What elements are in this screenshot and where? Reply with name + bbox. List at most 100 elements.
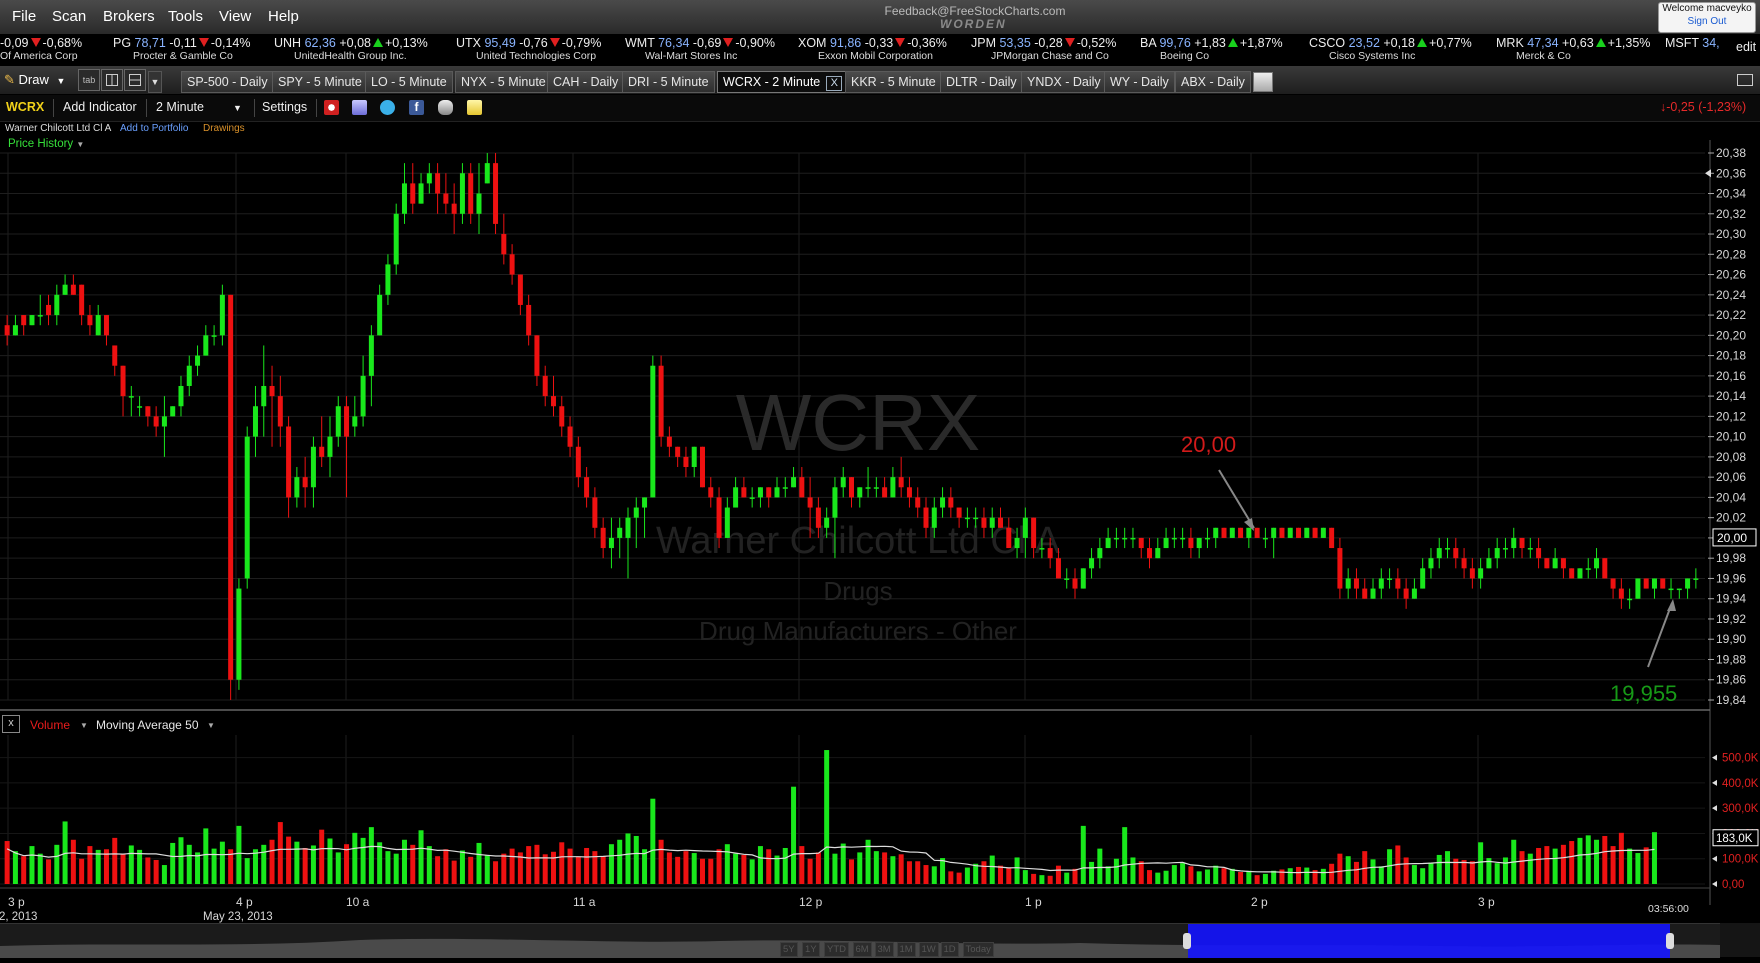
candle-body (294, 477, 300, 498)
volume-bar (70, 839, 76, 884)
volume-bar (401, 839, 407, 884)
range-button-5y[interactable]: 5Y (780, 942, 798, 957)
candle-body (807, 497, 813, 508)
candle (4, 315, 10, 346)
volume-bar (964, 867, 970, 884)
range-button-ytd[interactable]: YTD (824, 942, 849, 957)
candle-body (600, 527, 606, 549)
candle-body (426, 173, 432, 184)
range-button-1d[interactable]: 1D (940, 942, 959, 957)
volume-tick-icon (1712, 881, 1717, 887)
candle (29, 315, 35, 326)
volume-bar (724, 844, 730, 884)
candle-body (1461, 558, 1467, 569)
candle-body (236, 588, 242, 680)
candle (1196, 537, 1202, 559)
candle-body (1527, 548, 1533, 550)
candle-body (857, 487, 863, 498)
candle (1544, 558, 1550, 569)
range-button-1y[interactable]: 1Y (802, 942, 820, 957)
candle (575, 436, 581, 488)
candle (741, 477, 747, 498)
candle (1395, 568, 1401, 599)
candle (12, 315, 18, 336)
candle (302, 456, 308, 508)
volume-bar (435, 856, 441, 884)
candle (451, 183, 457, 235)
candle-body (435, 173, 441, 194)
navigator-handle-left[interactable] (1183, 933, 1191, 949)
volume-bar (1089, 861, 1095, 884)
candle-body (1064, 578, 1070, 580)
candle-body (1039, 548, 1045, 550)
candle-body (79, 284, 85, 316)
candle-body (170, 406, 176, 417)
timeline-navigator[interactable]: 5Y 1Y YTD 6M 3M 1M 1W 1D Today (0, 923, 1720, 958)
candle (1320, 527, 1326, 538)
candle (791, 467, 797, 488)
candle (757, 487, 763, 508)
annotation-upper[interactable]: 20,00 (1181, 432, 1236, 457)
range-button-6m[interactable]: 6M (852, 942, 872, 957)
price-tick-label: 20,02 (1716, 511, 1746, 525)
volume-bar (931, 866, 937, 884)
volume-bar (509, 848, 515, 884)
close-volume-panel-button[interactable]: x (2, 715, 20, 733)
volume-label[interactable]: Volume (30, 718, 70, 732)
candle (153, 406, 159, 437)
candle (161, 396, 167, 457)
candle (310, 436, 316, 508)
volume-bar (1527, 853, 1533, 884)
range-button-1m[interactable]: 1M (896, 942, 916, 957)
volume-bar (799, 846, 805, 884)
candle (1080, 568, 1086, 589)
candle (708, 477, 714, 508)
annotation-lower[interactable]: 19,955 (1610, 681, 1677, 706)
volume-bar (335, 852, 341, 884)
candle (1453, 537, 1459, 569)
volume-bar (741, 854, 747, 884)
candle-body (54, 294, 60, 316)
candle-body (782, 487, 788, 489)
candle (1337, 537, 1343, 599)
candle-body (1469, 568, 1475, 579)
candle-body (849, 477, 854, 498)
candle-body (716, 497, 722, 538)
range-button-3m[interactable]: 3M (874, 942, 894, 957)
chevron-down-icon[interactable]: ▼ (80, 721, 88, 730)
candle (675, 446, 681, 468)
navigator-handle-right[interactable] (1666, 933, 1674, 949)
candle (54, 284, 60, 326)
candle (377, 284, 383, 336)
candle-body (1329, 527, 1335, 549)
volume-bar (4, 841, 10, 884)
volume-bar (542, 854, 548, 884)
range-button-1w[interactable]: 1W (918, 942, 939, 957)
volume-bar (1006, 867, 1012, 884)
candle (186, 355, 192, 397)
price-tick-label: 19,92 (1716, 612, 1746, 626)
volume-bar (269, 839, 275, 884)
volume-bar (1163, 870, 1169, 884)
candle-body (319, 446, 325, 457)
volume-bar (1304, 867, 1310, 884)
candle-body (1635, 578, 1641, 599)
volume-bar (832, 853, 838, 884)
volume-bar (898, 854, 904, 884)
volume-bar (79, 858, 85, 884)
candle-body (1080, 568, 1086, 589)
candle-body (128, 396, 134, 398)
volume-bar (1064, 872, 1070, 884)
navigator-selection[interactable] (1188, 924, 1670, 958)
chevron-down-icon[interactable]: ▼ (207, 721, 215, 730)
candle (1445, 537, 1451, 559)
candle-body (1618, 588, 1624, 599)
moving-average-label[interactable]: Moving Average 50 (96, 718, 199, 732)
chart-canvas[interactable]: WCRX Warner Chilcott Ltd Cl A Drugs Drug… (0, 0, 1760, 957)
volume-bar (633, 835, 639, 884)
candle-body (1072, 578, 1078, 589)
candle (112, 345, 118, 376)
candle-body (1610, 578, 1616, 589)
volume-bar (1229, 868, 1235, 884)
range-button-today[interactable]: Today (962, 942, 994, 957)
